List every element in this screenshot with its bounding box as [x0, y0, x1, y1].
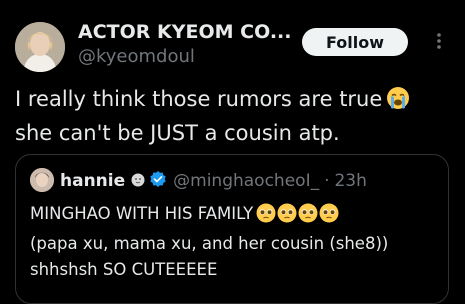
author-display-name[interactable]: ACTOR KYEOM CO...	[78, 20, 293, 44]
quote-author-handle[interactable]: @minghaocheoI_	[173, 171, 319, 191]
quote-timestamp[interactable]: 23h	[334, 171, 366, 191]
verified-badge-icon	[149, 170, 167, 192]
pleading-face-icon	[319, 203, 339, 223]
face-emoji-icon	[131, 172, 145, 191]
quote-text: MINGHAO WITH HIS FAMILY (papa xu, mama x…	[30, 201, 445, 283]
quoted-tweet-card[interactable]: hannie @minghaocheoI_ · 23h MINGHAO WITH…	[15, 154, 449, 304]
quote-text-line: MINGHAO WITH HIS FAMILY	[30, 201, 445, 231]
tweet-text-line-1: I really think those rumors are true	[15, 87, 383, 111]
pleading-face-icon	[277, 203, 297, 223]
author-info[interactable]: ACTOR KYEOM CO... @kyeomdoul	[78, 20, 293, 69]
quote-author-name[interactable]: hannie	[60, 171, 125, 191]
loudly-crying-face-icon	[386, 86, 410, 118]
quote-author-avatar[interactable]	[30, 168, 54, 192]
pleading-face-emojis	[256, 203, 340, 231]
quote-header: hannie @minghaocheoI_ · 23h	[60, 169, 367, 193]
tweet-text-line: I really think those rumors are true	[15, 84, 460, 118]
post: ACTOR KYEOM CO... @kyeomdoul Follow I re…	[0, 0, 465, 304]
pleading-face-icon	[298, 203, 318, 223]
more-options-icon[interactable]	[429, 30, 449, 52]
pleading-face-icon	[256, 203, 276, 223]
author-handle[interactable]: @kyeomdoul	[78, 45, 293, 69]
separator-dot: ·	[324, 171, 330, 191]
quote-text-line-1: MINGHAO WITH HIS FAMILY	[30, 204, 254, 223]
tweet-text: I really think those rumors are true she…	[15, 84, 460, 148]
quote-text-line: (papa xu, mama xu, and her cousin (she8)…	[30, 234, 389, 253]
author-avatar[interactable]	[15, 22, 65, 72]
quote-text-line: shhshsh SO CUTEEEEE	[30, 260, 218, 279]
follow-button[interactable]: Follow	[302, 28, 408, 56]
tweet-text-line: she can't be JUST a cousin atp.	[15, 121, 340, 145]
